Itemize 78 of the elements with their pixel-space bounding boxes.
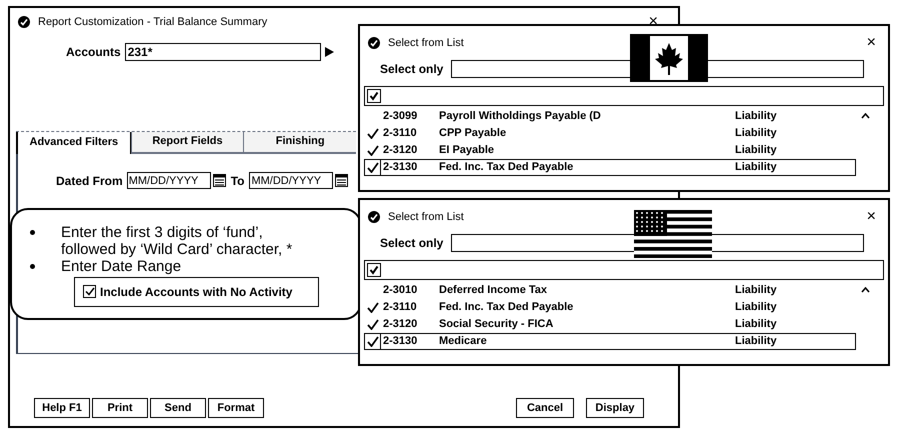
account-name: Payroll Witholdings Payable (D <box>439 109 602 124</box>
accounts-label: Accounts <box>66 44 121 60</box>
action-button[interactable]: Cancel <box>516 398 574 418</box>
bullet-icon <box>30 230 35 234</box>
close-button[interactable]: × <box>866 209 880 225</box>
date-from-field[interactable]: MM/DD/YYYY <box>126 172 211 189</box>
account-name: Medicare <box>439 334 488 350</box>
calendar-icon[interactable] <box>335 174 348 187</box>
account-name: EI Payable <box>439 143 496 158</box>
close-button[interactable]: × <box>866 35 880 51</box>
account-code: 2-3130 <box>382 160 418 176</box>
action-button[interactable]: Send <box>150 398 206 418</box>
close-button[interactable]: × <box>648 14 670 30</box>
calendar-icon[interactable] <box>212 174 226 187</box>
account-name: Fed. Inc. Tax Ded Payable <box>439 160 574 176</box>
account-name: Fed. Inc. Tax Ded Payable <box>439 300 574 316</box>
play-arrow-icon[interactable] <box>324 46 334 56</box>
accounts-field[interactable]: 231* <box>124 42 321 60</box>
action-button[interactable]: Format <box>208 398 264 418</box>
account-name: Social Security - FICA <box>439 317 554 332</box>
account-code: 2-3010 <box>382 283 418 298</box>
tab[interactable]: Finishing <box>243 132 356 154</box>
checkmark-icon[interactable] <box>367 145 379 156</box>
dated-from-label: Dated From <box>56 172 123 190</box>
account-type: Liability <box>735 334 777 350</box>
check-circle-icon <box>368 211 380 223</box>
account-type: Liability <box>735 126 777 142</box>
checkmark-icon[interactable] <box>367 319 379 330</box>
account-code: 2-3110 <box>382 300 418 316</box>
checkmark-icon[interactable] <box>367 302 379 313</box>
select-only-label: Select only <box>380 61 444 78</box>
account-type: Liability <box>735 109 777 124</box>
select-only-label: Select only <box>380 235 444 252</box>
account-name: Deferred Income Tax <box>439 283 548 298</box>
window-title: Report Customization - Trial Balance Summary <box>38 15 268 30</box>
account-type: Liability <box>735 300 777 316</box>
dialog-title: Select from List <box>388 210 464 225</box>
instruction-text: Enter Date Range <box>61 258 182 274</box>
account-code: 2-3120 <box>382 143 418 158</box>
account-code: 2-3099 <box>382 109 418 124</box>
instruction-text: Enter the first 3 digits of ‘fund’, followed by ‘Wild Card’ character, * <box>61 224 294 258</box>
action-button[interactable]: Help F1 <box>34 398 90 418</box>
checkmark-icon[interactable] <box>366 336 378 347</box>
list-row[interactable]: 2-3010 Deferred Income Tax Liability <box>364 282 856 299</box>
action-button[interactable]: Display <box>586 398 644 418</box>
tab[interactable]: Report Fields <box>130 132 244 154</box>
to-label: To <box>230 172 244 190</box>
list-row[interactable]: 2-3110 Fed. Inc. Tax Ded Payable Liability <box>364 299 856 316</box>
check-circle-icon <box>368 37 380 49</box>
select-all-checkbox[interactable] <box>367 89 381 103</box>
account-code: 2-3110 <box>382 126 418 142</box>
list-row[interactable]: 2-3099 Payroll Witholdings Payable (D Liability <box>364 108 856 125</box>
checkmark-icon[interactable] <box>366 162 378 173</box>
action-button[interactable]: Print <box>92 398 148 418</box>
date-to-field[interactable]: MM/DD/YYYY <box>249 172 334 189</box>
account-type: Liability <box>735 283 777 298</box>
dialog-title: Select from List <box>388 36 464 51</box>
account-code: 2-3120 <box>382 317 418 332</box>
tab[interactable]: Advanced Filters <box>16 132 131 154</box>
bullet-icon <box>30 264 35 268</box>
account-name: CPP Payable <box>439 126 508 142</box>
checkbox[interactable] <box>83 285 96 298</box>
select-all-checkbox[interactable] <box>367 263 381 277</box>
list-row[interactable]: 2-3110 CPP Payable Liability <box>364 125 856 142</box>
stripes-flag-icon <box>634 210 712 258</box>
list-row[interactable]: 2-3130 Fed. Inc. Tax Ded Payable Liability <box>364 159 856 176</box>
list-row[interactable]: 2-3120 Social Security - FICA Liability <box>364 316 856 333</box>
list-row[interactable]: 2-3130 Medicare Liability <box>364 333 856 350</box>
checkmark-icon[interactable] <box>367 128 379 139</box>
account-type: Liability <box>735 317 777 332</box>
scroll-up-icon[interactable] <box>861 113 870 119</box>
account-type: Liability <box>735 143 777 158</box>
account-type: Liability <box>735 160 777 176</box>
checkbox-label[interactable]: Include Accounts with No Activity <box>100 282 292 300</box>
account-code: 2-3130 <box>382 334 418 350</box>
list-row[interactable]: 2-3120 EI Payable Liability <box>364 142 856 159</box>
check-circle-icon <box>18 16 30 28</box>
scroll-up-icon[interactable] <box>861 287 870 293</box>
